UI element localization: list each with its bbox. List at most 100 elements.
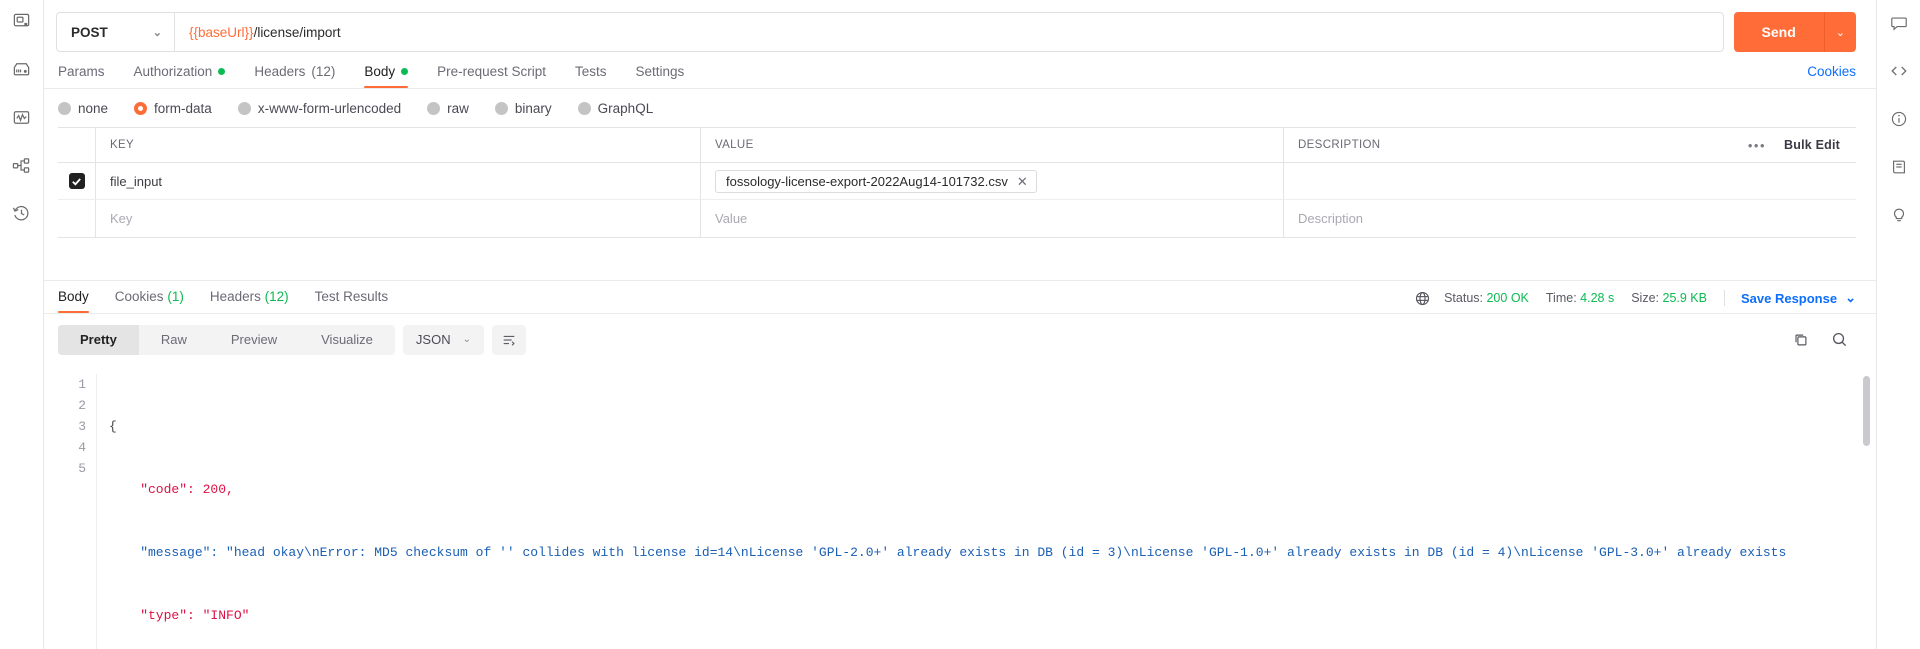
tab-label: Settings	[635, 64, 685, 80]
history-icon[interactable]	[9, 200, 35, 226]
view-pretty[interactable]: Pretty	[58, 324, 139, 355]
table-header-row: KEY VALUE DESCRIPTION ••• Bulk Edit	[58, 128, 1856, 164]
flows-icon[interactable]	[9, 152, 35, 178]
new-value-input[interactable]: Value	[701, 200, 1284, 238]
view-preview[interactable]: Preview	[209, 325, 299, 355]
response-body-viewer[interactable]: 1 2 3 4 5 { "code": 200, "message": "hea…	[44, 366, 1876, 649]
status-value: 200 OK	[1486, 291, 1529, 306]
row-checkbox[interactable]	[68, 173, 85, 190]
key-placeholder: Key	[110, 211, 133, 227]
row-key-value: file_input	[110, 173, 163, 189]
send-button-group: Send ⌄	[1733, 12, 1856, 52]
body-type-label: GraphQL	[597, 101, 654, 117]
tab-pre-request-script[interactable]: Pre-request Script	[437, 64, 546, 88]
code-line: "type": "INFO"	[109, 607, 250, 623]
time-label: Time:	[1545, 291, 1577, 306]
globe-icon[interactable]	[1415, 291, 1430, 306]
new-description-input[interactable]: Description	[1284, 200, 1856, 237]
radio-icon	[427, 102, 441, 116]
response-tab-headers[interactable]: Headers (12)	[210, 289, 289, 313]
comments-icon[interactable]	[1886, 10, 1912, 36]
new-key-input[interactable]: Key	[96, 200, 701, 238]
tab-headers[interactable]: Headers (12)	[254, 64, 335, 88]
header-value: VALUE	[701, 128, 1284, 163]
status-label: Status:	[1444, 291, 1483, 306]
view-visualize[interactable]: Visualize	[299, 325, 395, 355]
monitors-icon[interactable]	[9, 104, 35, 130]
code-lines: { "code": 200, "message": "head okay\nEr…	[96, 373, 1876, 649]
code-icon[interactable]	[1886, 58, 1912, 84]
collections-icon[interactable]	[9, 8, 35, 34]
status-dot-icon	[218, 68, 226, 76]
save-response-button[interactable]: Save Response ⌄	[1741, 290, 1856, 306]
tab-label: Test Results	[314, 289, 389, 305]
chevron-down-icon: ⌄	[152, 26, 162, 39]
apis-icon[interactable]	[9, 56, 35, 82]
copy-icon[interactable]	[1793, 332, 1809, 348]
documentation-icon[interactable]	[1886, 154, 1912, 180]
more-options-icon[interactable]: •••	[1748, 138, 1766, 153]
wrap-lines-icon[interactable]	[491, 324, 526, 355]
chevron-down-icon: ⌄	[1845, 290, 1856, 306]
radio-selected-icon	[134, 102, 148, 116]
url-path: /license/import	[253, 24, 341, 40]
tab-label: Params	[58, 64, 105, 80]
body-type-form-data[interactable]: form-data	[134, 101, 212, 116]
row-value-cell[interactable]: fossology-license-export-2022Aug14-10173…	[701, 163, 1284, 200]
code-line: "code": 200,	[109, 481, 234, 497]
info-icon[interactable]	[1886, 106, 1912, 132]
radio-icon	[494, 102, 508, 116]
view-raw[interactable]: Raw	[139, 325, 209, 355]
line-number: 4	[78, 439, 86, 455]
response-tab-body[interactable]: Body	[58, 289, 89, 314]
response-tab-cookies[interactable]: Cookies (1)	[115, 289, 184, 313]
line-number: 1	[78, 376, 86, 392]
send-button[interactable]: Send	[1733, 12, 1824, 52]
tab-settings[interactable]: Settings	[635, 64, 684, 88]
save-response-label: Save Response	[1740, 290, 1838, 306]
divider	[1723, 290, 1725, 307]
row-description-cell[interactable]	[1284, 163, 1856, 199]
tab-body[interactable]: Body	[364, 64, 409, 89]
tab-count: (12)	[311, 64, 336, 80]
search-icon[interactable]	[1831, 331, 1848, 348]
size-badge: Size: 25.9 KB	[1631, 291, 1707, 305]
body-type-graphql[interactable]: GraphQL	[577, 101, 654, 117]
tab-params[interactable]: Params	[58, 64, 105, 88]
remove-file-icon[interactable]: ✕	[1017, 175, 1028, 188]
body-type-binary[interactable]: binary	[494, 101, 552, 116]
response-tab-test-results[interactable]: Test Results	[315, 289, 389, 313]
body-type-none[interactable]: none	[58, 101, 108, 116]
postman-window: POST ⌄ {{baseUrl}}/license/import Send ⌄…	[0, 0, 1920, 649]
response-format-toolbar: Pretty Raw Preview Visualize JSON ⌄	[44, 314, 1876, 366]
chevron-down-icon: ⌄	[462, 334, 471, 346]
vertical-scrollbar[interactable]	[1863, 375, 1870, 446]
send-options-chevron-icon[interactable]: ⌄	[1823, 12, 1856, 52]
code-line: {	[109, 418, 117, 434]
table-actions: ••• Bulk Edit	[1738, 138, 1856, 153]
row-checkbox-cell	[58, 200, 96, 238]
http-method-label: POST	[71, 24, 108, 40]
line-number: 3	[78, 418, 86, 434]
cookies-link[interactable]: Cookies	[1807, 64, 1856, 88]
table-row-empty: Key Value Description	[58, 200, 1856, 238]
file-chip: fossology-license-export-2022Aug14-10173…	[715, 169, 1037, 193]
description-placeholder: Description	[1298, 211, 1364, 227]
tab-tests[interactable]: Tests	[575, 64, 607, 88]
bulk-edit-button[interactable]: Bulk Edit	[1784, 138, 1840, 152]
request-response-pane: POST ⌄ {{baseUrl}}/license/import Send ⌄…	[44, 0, 1876, 649]
response-language-select[interactable]: JSON ⌄	[402, 324, 484, 355]
http-method-select[interactable]: POST ⌄	[57, 13, 175, 51]
tab-label: Cookies	[114, 289, 164, 305]
tab-label: Headers	[254, 64, 306, 80]
body-type-label: none	[78, 101, 109, 117]
body-type-x-www-form-urlencoded[interactable]: x-www-form-urlencoded	[237, 101, 401, 116]
status-badge: Status: 200 OK	[1444, 291, 1529, 305]
lightbulb-icon[interactable]	[1886, 202, 1912, 228]
tab-authorization[interactable]: Authorization	[134, 64, 226, 88]
response-tabs: Body Cookies (1) Headers (12) Test Resul…	[44, 280, 1876, 314]
tab-label: Tests	[574, 64, 607, 80]
request-url-input[interactable]: {{baseUrl}}/license/import	[175, 13, 1723, 51]
body-type-raw[interactable]: raw	[427, 101, 469, 116]
row-key-cell[interactable]: file_input	[96, 163, 701, 200]
